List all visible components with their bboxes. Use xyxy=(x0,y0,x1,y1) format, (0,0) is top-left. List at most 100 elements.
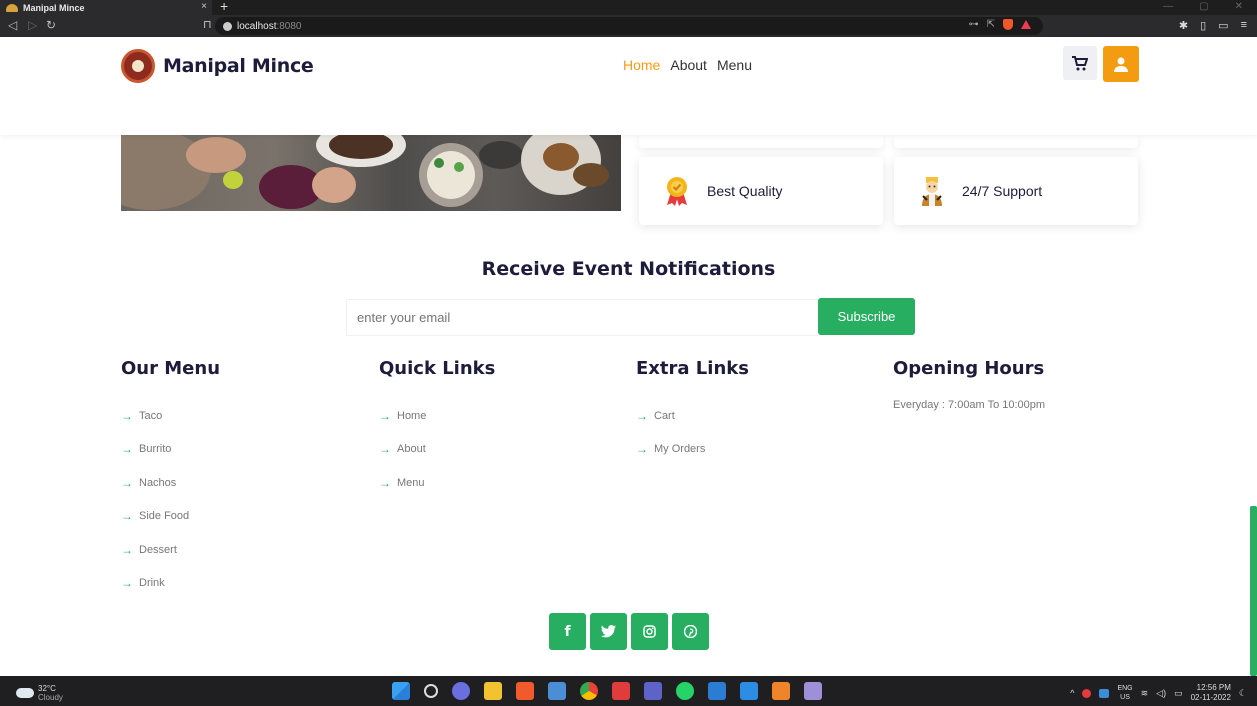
vscode-icon[interactable] xyxy=(740,682,758,700)
link-label: About xyxy=(397,443,426,456)
focus-assist-icon[interactable]: ☾ xyxy=(1239,688,1247,699)
subscribe-button[interactable]: Subscribe xyxy=(818,298,915,335)
tab-close-icon[interactable]: × xyxy=(201,1,207,12)
clock-date: 02-11-2022 xyxy=(1190,693,1231,702)
footer-link-cart[interactable]: → Cart xyxy=(636,399,749,433)
reload-icon[interactable]: ↻ xyxy=(46,18,56,32)
footer-link-taco[interactable]: → Taco xyxy=(121,399,220,433)
link-label: Nachos xyxy=(139,476,177,489)
footer-heading: Quick Links xyxy=(379,358,496,379)
clock-time: 12:56 PM xyxy=(1196,683,1231,692)
link-label: My Orders xyxy=(654,443,706,456)
language-indicator[interactable]: ENG US xyxy=(1117,684,1132,702)
medal-icon xyxy=(667,177,687,206)
weather-text: 32°C Cloudy xyxy=(38,684,63,702)
new-tab-button[interactable]: + xyxy=(220,0,228,14)
pinterest-button[interactable] xyxy=(672,613,709,650)
logo-text: Manipal Mince xyxy=(163,55,314,77)
footer-col-quick-links: Quick Links → Home → About → Menu xyxy=(379,358,495,500)
brave-rewards-icon[interactable] xyxy=(1021,20,1031,29)
footer-link-burrito[interactable]: → Burrito xyxy=(121,433,220,467)
footer-link-my-orders[interactable]: → My Orders xyxy=(636,433,749,467)
arrow-right-icon: → xyxy=(121,576,133,591)
cart-button[interactable] xyxy=(1063,46,1097,80)
feature-card-partial xyxy=(639,135,883,148)
close-window-icon[interactable]: ✕ xyxy=(1235,1,1243,12)
start-icon[interactable] xyxy=(392,682,410,700)
arrow-right-icon: → xyxy=(636,442,648,457)
footer-link-home[interactable]: → Home xyxy=(379,399,495,433)
url-host: localhost xyxy=(237,20,277,32)
teams-icon[interactable] xyxy=(644,682,662,700)
footer-link-side-food[interactable]: → Side Food xyxy=(121,500,220,534)
nav-about[interactable]: About xyxy=(670,57,707,73)
clock[interactable]: 12:56 PM 02-11-2022 xyxy=(1191,683,1231,703)
cloud-icon xyxy=(16,688,34,698)
instagram-button[interactable] xyxy=(631,613,668,650)
teams-chat-icon[interactable] xyxy=(452,682,470,700)
link-label: Home xyxy=(397,409,427,422)
forward-icon[interactable]: ▷ xyxy=(28,18,37,32)
twitter-button[interactable] xyxy=(590,613,627,650)
tray-app-icon[interactable] xyxy=(1082,688,1092,698)
brave-icon[interactable] xyxy=(516,682,534,700)
app-icon[interactable] xyxy=(612,682,630,700)
footer-link-about[interactable]: → About xyxy=(379,433,495,467)
volume-icon[interactable]: ◁) xyxy=(1156,688,1166,699)
whatsapp-icon[interactable] xyxy=(676,682,694,700)
brave-shields-icon[interactable] xyxy=(1003,19,1013,30)
windows-taskbar: 32°C Cloudy ^ ENG US ≋ ◁) ▭ 12:56 PM 02-… xyxy=(0,676,1257,706)
email-input[interactable] xyxy=(346,299,818,336)
battery-icon[interactable]: ▭ xyxy=(1174,688,1183,699)
maximize-icon[interactable]: ▢ xyxy=(1199,1,1208,12)
user-button[interactable] xyxy=(1103,46,1139,82)
arrow-right-icon: → xyxy=(121,542,133,557)
xampp-icon[interactable] xyxy=(772,682,790,700)
footer-heading: Opening Hours xyxy=(893,358,1045,379)
facebook-button[interactable]: f xyxy=(549,613,586,650)
bookmark-icon[interactable]: ⊓ xyxy=(203,18,212,31)
arrow-right-icon: → xyxy=(121,408,133,423)
word-icon[interactable] xyxy=(708,682,726,700)
snipping-tool-icon[interactable] xyxy=(804,682,822,700)
page-scrollbar-thumb[interactable] xyxy=(1250,506,1257,676)
nav-home[interactable]: Home xyxy=(623,57,660,73)
search-icon[interactable] xyxy=(424,684,438,698)
minimize-icon[interactable]: — xyxy=(1163,1,1173,12)
back-icon[interactable]: ◁ xyxy=(8,18,17,32)
footer-link-drink[interactable]: → Drink xyxy=(121,567,220,601)
chrome-icon[interactable] xyxy=(580,682,598,700)
menu-icon[interactable]: ≡ xyxy=(1241,19,1247,32)
photos-icon[interactable] xyxy=(548,682,566,700)
key-icon[interactable]: ⊶ xyxy=(969,19,979,30)
footer-heading: Extra Links xyxy=(636,358,749,379)
tray-sync-icon[interactable] xyxy=(1099,688,1110,698)
weather-widget[interactable]: 32°C Cloudy xyxy=(16,684,63,702)
taskbar-apps xyxy=(392,682,822,700)
support-agent-icon xyxy=(922,177,942,206)
sidebar-icon[interactable]: ▯ xyxy=(1200,19,1206,32)
wallet-icon[interactable]: ▭ xyxy=(1218,19,1228,32)
instagram-icon xyxy=(643,625,656,638)
pinterest-icon xyxy=(684,625,697,638)
footer-link-menu[interactable]: → Menu xyxy=(379,466,495,500)
share-icon[interactable]: ⇱ xyxy=(987,19,995,30)
footer-link-dessert[interactable]: → Dessert xyxy=(121,533,220,567)
cart-icon xyxy=(1072,55,1088,70)
user-icon xyxy=(1114,57,1128,72)
address-bar[interactable]: localhost :8080 ⊶ ⇱ xyxy=(215,17,1043,35)
browser-tab[interactable]: Manipal Mince × xyxy=(0,0,212,15)
nav-menu[interactable]: Menu xyxy=(717,57,752,73)
window-controls: — ▢ ✕ xyxy=(1163,1,1243,12)
arrow-right-icon: → xyxy=(636,408,648,423)
chevron-up-icon[interactable]: ^ xyxy=(1070,688,1074,698)
region-code: US xyxy=(1120,694,1130,701)
footer-link-nachos[interactable]: → Nachos xyxy=(121,466,220,500)
link-label: Drink xyxy=(139,577,165,590)
wifi-icon[interactable]: ≋ xyxy=(1141,688,1149,699)
extensions-icon[interactable]: ✱ xyxy=(1179,19,1188,32)
file-explorer-icon[interactable] xyxy=(484,682,502,700)
feature-card-partial xyxy=(894,135,1138,148)
site-info-icon[interactable] xyxy=(223,21,232,31)
site-logo[interactable]: Manipal Mince xyxy=(121,49,314,83)
